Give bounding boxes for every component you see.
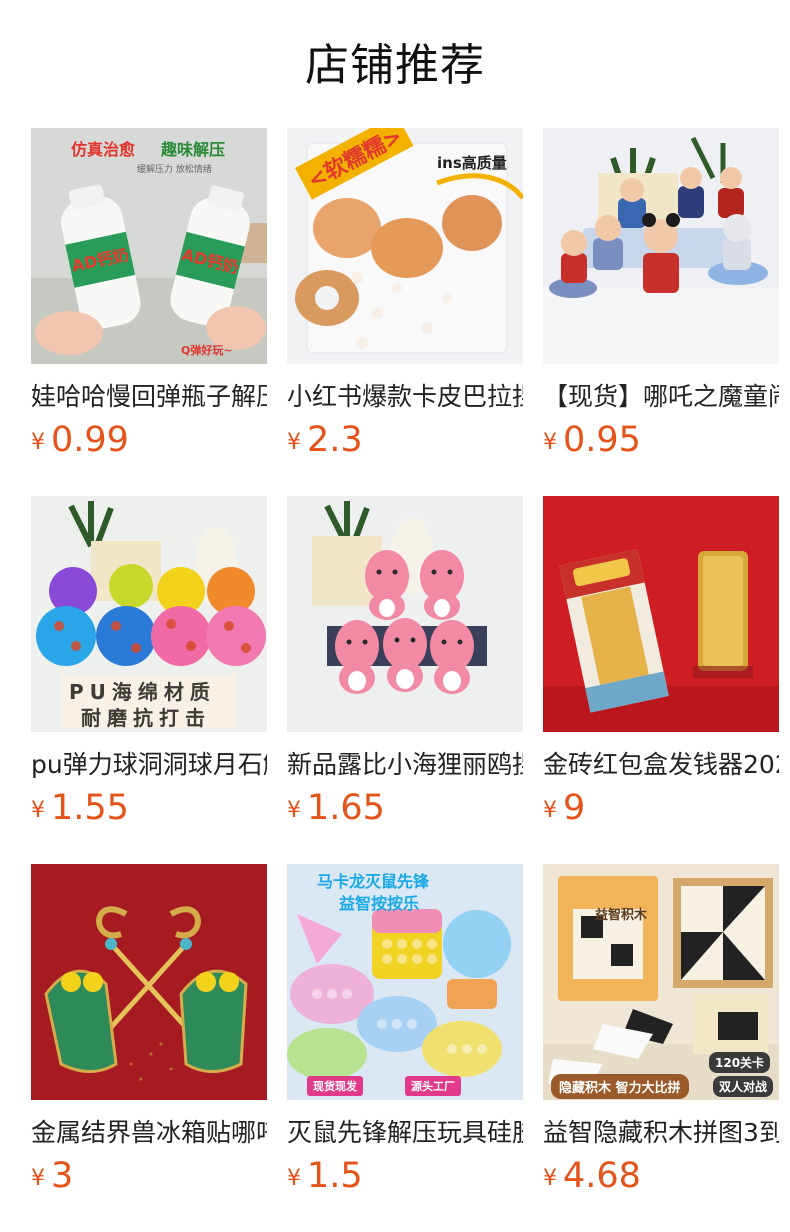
badge-primary: 马卡龙灭鼠先锋 xyxy=(317,872,430,891)
product-name[interactable]: 灭鼠先锋解压玩具硅胶按按乐 xyxy=(287,1116,523,1150)
badge-primary: 益智积木 xyxy=(595,908,648,923)
product-price: ¥1.55 xyxy=(31,786,267,830)
beaver-icon xyxy=(287,496,523,732)
badge-right: 源头工厂 xyxy=(405,1076,461,1096)
product-name[interactable]: 娃哈哈慢回弹瓶子解压玩具 xyxy=(31,380,267,414)
badge-bottom: Q弹好玩~ xyxy=(181,344,233,357)
currency-symbol: ¥ xyxy=(287,798,301,823)
price-value: 0.95 xyxy=(563,420,641,460)
product-price: ¥2.3 xyxy=(287,418,523,462)
currency-symbol: ¥ xyxy=(31,1166,45,1191)
product-card[interactable]: 新品露比小海狸丽鸥捏捏乐 ¥1.65 xyxy=(287,496,523,864)
badge-secondary: 益智按按乐 xyxy=(339,894,420,913)
product-image[interactable]: 马卡龙灭鼠先锋 益智按按乐 现货现发 源头工厂 xyxy=(287,864,523,1100)
product-card[interactable]: 益智积木 隐藏积木 智力大比拼 120关卡 双人对战 益智隐藏积木拼图3到6岁 … xyxy=(543,864,779,1232)
product-card[interactable]: 【现货】哪吒之魔童闹海盲盒 ¥0.95 xyxy=(543,128,779,496)
product-card[interactable]: PU海绵材质 耐磨抗打击 pu弹力球洞洞球月石解压玩具 ¥1.55 xyxy=(31,496,267,864)
currency-symbol: ¥ xyxy=(543,1166,557,1191)
product-name[interactable]: 金砖红包盒发钱器2025 xyxy=(543,748,779,782)
figurine-icon xyxy=(543,128,779,364)
product-price: ¥0.99 xyxy=(31,418,267,462)
product-image[interactable] xyxy=(543,128,779,364)
badge-primary: 仿真治愈 xyxy=(71,140,136,159)
product-name[interactable]: 益智隐藏积木拼图3到6岁 xyxy=(543,1116,779,1150)
badge-left: 现货现发 xyxy=(307,1076,363,1096)
product-card[interactable]: 马卡龙灭鼠先锋 益智按按乐 现货现发 源头工厂 灭鼠先锋解压玩具硅胶按按乐 ¥1… xyxy=(287,864,523,1232)
guardian-beast-icon xyxy=(31,864,267,1100)
price-value: 1.65 xyxy=(307,788,385,828)
product-card[interactable]: 金砖红包盒发钱器2025 ¥9 xyxy=(543,496,779,864)
product-name[interactable]: 新品露比小海狸丽鸥捏捏乐 xyxy=(287,748,523,782)
product-card[interactable]: AD钙奶 AD钙奶 仿真治愈 趣味解压 缓解压力 放松情绪 Q弹好玩~ 娃哈哈慢… xyxy=(31,128,267,496)
price-value: 4.68 xyxy=(563,1156,641,1196)
product-name[interactable]: 金属结界兽冰箱贴哪吒周边 xyxy=(31,1116,267,1150)
price-value: 1.55 xyxy=(51,788,129,828)
price-value: 2.3 xyxy=(307,420,363,460)
badge-primary: PU海绵材质 xyxy=(69,680,216,704)
product-price: ¥1.5 xyxy=(287,1154,523,1198)
product-image[interactable] xyxy=(287,496,523,732)
product-price: ¥0.95 xyxy=(543,418,779,462)
product-image[interactable]: 益智积木 隐藏积木 智力大比拼 120关卡 双人对战 xyxy=(543,864,779,1100)
product-name[interactable]: pu弹力球洞洞球月石解压玩具 xyxy=(31,748,267,782)
product-image[interactable] xyxy=(31,864,267,1100)
product-image[interactable]: AD钙奶 AD钙奶 仿真治愈 趣味解压 缓解压力 放松情绪 Q弹好玩~ xyxy=(31,128,267,364)
product-image[interactable] xyxy=(543,496,779,732)
product-name[interactable]: 小红书爆款卡皮巴拉捏捏乐 xyxy=(287,380,523,414)
badge-secondary: 耐磨抗打击 xyxy=(81,706,211,730)
product-card[interactable]: <软糯糯> ins高质量 小红书爆款卡皮巴拉捏捏乐 ¥2.3 xyxy=(287,128,523,496)
badge-corner: 120关卡 xyxy=(709,1052,771,1073)
badge-secondary: ins高质量 xyxy=(437,154,507,172)
badge-secondary: 隐藏积木 智力大比拼 xyxy=(551,1074,689,1099)
gold-bar-icon xyxy=(543,496,779,732)
product-price: ¥4.68 xyxy=(543,1154,779,1198)
badge-secondary: 趣味解压 xyxy=(161,140,226,159)
product-image[interactable]: PU海绵材质 耐磨抗打击 xyxy=(31,496,267,732)
price-value: 3 xyxy=(51,1156,74,1196)
product-grid: AD钙奶 AD钙奶 仿真治愈 趣味解压 缓解压力 放松情绪 Q弹好玩~ 娃哈哈慢… xyxy=(31,128,779,1232)
currency-symbol: ¥ xyxy=(543,798,557,823)
currency-symbol: ¥ xyxy=(287,430,301,455)
currency-symbol: ¥ xyxy=(543,430,557,455)
price-value: 0.99 xyxy=(51,420,129,460)
currency-symbol: ¥ xyxy=(31,798,45,823)
price-value: 9 xyxy=(563,788,586,828)
product-price: ¥1.65 xyxy=(287,786,523,830)
badge-corner-sub: 双人对战 xyxy=(713,1076,774,1097)
badge-sub: 缓解压力 放松情绪 xyxy=(137,165,212,175)
page-title: 店铺推荐 xyxy=(305,40,485,91)
price-value: 1.5 xyxy=(307,1156,363,1196)
product-price: ¥3 xyxy=(31,1154,267,1198)
product-image[interactable]: <软糯糯> ins高质量 xyxy=(287,128,523,364)
product-name[interactable]: 【现货】哪吒之魔童闹海盲盒 xyxy=(543,380,779,414)
currency-symbol: ¥ xyxy=(31,430,45,455)
currency-symbol: ¥ xyxy=(287,1166,301,1191)
product-card[interactable]: 金属结界兽冰箱贴哪吒周边 ¥3 xyxy=(31,864,267,1232)
product-price: ¥9 xyxy=(543,786,779,830)
